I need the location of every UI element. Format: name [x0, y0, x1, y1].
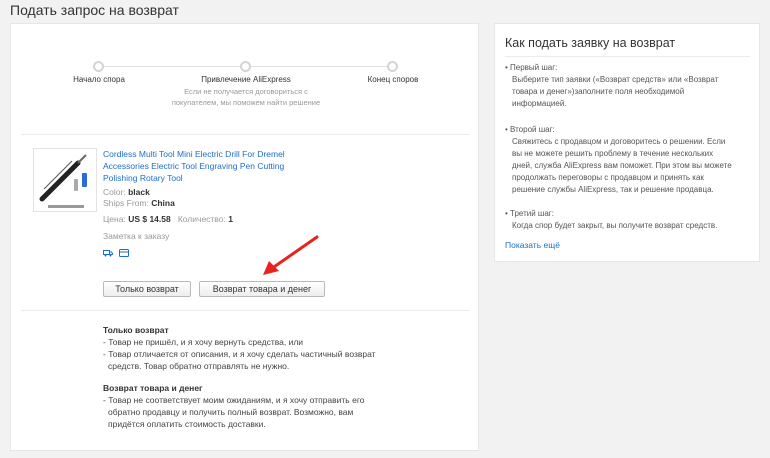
shipping-truck-icon[interactable] [103, 249, 113, 257]
divider [21, 310, 470, 311]
order-note-label: Заметка к заказу [103, 231, 170, 241]
drill-image-icon [34, 149, 96, 211]
refund-only-button[interactable]: Только возврат [103, 281, 191, 297]
help-step-1: • Первый шаг: Выберите тип заявки («Возв… [505, 63, 719, 108]
payment-card-icon[interactable] [119, 249, 129, 257]
help-title: Как подать заявку на возврат [505, 36, 676, 50]
step-dot-aliexpress [240, 61, 251, 72]
return-and-refund-button[interactable]: Возврат товара и денег [199, 281, 325, 297]
red-arrow-icon [263, 235, 319, 275]
divider [505, 56, 750, 57]
explanation-refund-only: Только возврат - Товар не пришёл, и я хо… [103, 325, 376, 371]
divider [21, 134, 470, 135]
order-icons [103, 249, 129, 257]
step-label-aliexpress: Привлечение AliExpress [201, 75, 291, 84]
show-more-link[interactable]: Показать ещё [505, 240, 560, 250]
step-label-start: Начало спора [73, 75, 125, 84]
step-dot-end [387, 61, 398, 72]
help-step-2: • Второй шаг: Свяжитесь с продавцом и до… [505, 125, 732, 194]
explanation-return-refund: Возврат товара и денег - Товар не соотве… [103, 383, 365, 429]
page-title: Подать запрос на возврат [10, 2, 179, 18]
product-color: Color: black [103, 187, 150, 197]
help-card: Как подать заявку на возврат • Первый ша… [494, 23, 760, 262]
step-dot-start [93, 61, 104, 72]
product-title-link[interactable]: Cordless Multi Tool Mini Electric Drill … [103, 148, 303, 184]
step-note-aliexpress: Если не получается договориться с покупа… [171, 87, 321, 107]
product-ships-from: Ships From: China [103, 198, 175, 208]
step-label-end: Конец споров [367, 75, 419, 84]
dispute-progress: Начало спора Привлечение AliExpress Если… [11, 24, 480, 134]
product-thumbnail[interactable] [33, 148, 97, 212]
product-price-qty: Цена: US $ 14.58 Количество: 1 [103, 214, 233, 224]
return-request-card: Начало спора Привлечение AliExpress Если… [10, 23, 479, 451]
help-step-3: • Третий шаг: Когда спор будет закрыт, в… [505, 209, 718, 230]
